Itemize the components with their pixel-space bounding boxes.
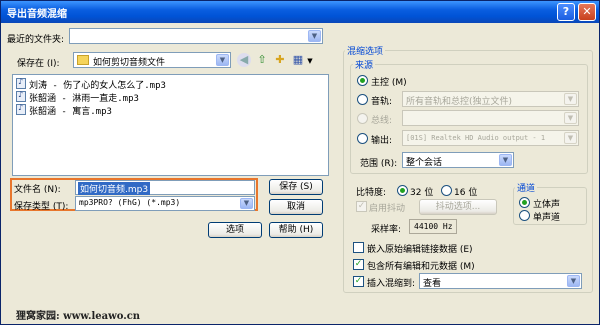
filetype-combo[interactable]: mp3PRO? (FhG) (*.mp3) ▼ [75,196,255,211]
track-label: 音轨: [371,97,393,107]
master-radio[interactable] [357,75,368,86]
save-button[interactable]: 保存 (S) [269,179,323,195]
track-combo[interactable]: 所有音轨和总控(独立文件) ▼ [402,91,579,107]
bus-radio[interactable] [357,113,368,124]
file-name: 张韶涵 - 淋雨一直走.mp3 [29,94,139,104]
chevron-down-icon[interactable]: ▼ [216,54,229,66]
insert-mix-combo[interactable]: 查看 ▼ [419,273,582,289]
audio-file-icon [16,77,26,89]
bitdepth-label: 比特度: [356,188,387,198]
view-menu-arrow-icon[interactable]: ▼ [303,54,317,68]
help-title-button[interactable]: ? [557,3,575,21]
back-icon[interactable]: ◀ [237,53,251,67]
insert-mix-label: 插入混缩到: [367,279,416,289]
bit16-radio[interactable] [441,185,452,196]
audio-file-icon [16,90,26,102]
channel-title: 通道 [515,181,538,194]
mono-radio[interactable] [519,210,530,221]
mono-label: 单声道 [533,213,561,223]
new-folder-icon[interactable]: ✚ [273,53,287,67]
save-in-combo[interactable]: 如何剪切音频文件 ▼ [73,52,231,68]
chevron-down-icon[interactable]: ▼ [499,154,512,166]
output-combo[interactable]: [01S] Realtek HD Audio output - 1 ▼ [402,130,579,146]
range-value: 整个会话 [406,158,443,168]
bus-label: 总线: [371,116,393,126]
file-name: 刘涛 - 伤了心的女人怎么了.mp3 [29,81,166,91]
window-title: 导出音频混缩 [7,9,67,20]
export-audio-mix-dialog: 导出音频混缩 ? ✕ 最近的文件夹: ▼ 保存在 (I): 如何剪切音频文件 ▼… [0,0,600,325]
stereo-radio[interactable] [519,197,530,208]
chevron-down-icon[interactable]: ▼ [564,93,577,105]
include-metadata-checkbox[interactable]: ✓ [353,259,364,270]
folder-icon [77,55,89,65]
recent-folder-label: 最近的文件夹: [7,35,65,45]
chevron-down-icon[interactable]: ▼ [567,275,580,287]
close-icon[interactable]: ✕ [578,3,596,21]
up-folder-icon[interactable]: ⇧ [255,53,269,67]
include-metadata-label: 包含所有编辑和元数据 (M) [367,262,475,272]
samplerate-label: 采样率: [371,225,402,235]
options-button[interactable]: 选项 [208,222,262,238]
range-label: 范围 (R): [360,159,398,169]
output-value: [01S] Realtek HD Audio output - 1 [406,134,546,142]
filename-value: 如何切音频.mp3 [78,182,151,195]
range-combo[interactable]: 整个会话 ▼ [402,152,514,168]
output-label: 输出: [371,136,393,146]
bus-combo[interactable]: ▼ [402,110,579,126]
source-title: 来源 [353,58,376,71]
embed-link-checkbox[interactable] [353,242,364,253]
save-in-label: 保存在 (I): [17,59,60,69]
save-in-value: 如何剪切音频文件 [93,58,166,68]
filename-label: 文件名 (N): [14,185,61,195]
stereo-label: 立体声 [533,200,561,210]
dither-checkbox[interactable]: ✓ [356,201,367,212]
insert-mix-value: 查看 [423,279,442,289]
filename-input[interactable]: 如何切音频.mp3 [75,180,255,195]
mix-options-title: 混缩选项 [345,44,386,57]
bit32-radio[interactable] [397,185,408,196]
file-list[interactable]: 刘涛 - 伤了心的女人怎么了.mp3 张韶涵 - 淋雨一直走.mp3 张韶涵 -… [12,74,329,176]
file-name: 张韶涵 - 寓言.mp3 [29,107,112,117]
chevron-down-icon[interactable]: ▼ [564,112,577,124]
dither-options-button[interactable]: 抖动选项... [419,199,497,215]
master-label: 主控 (M) [371,78,407,88]
samplerate-value: 44100 Hz [414,222,453,231]
insert-mix-checkbox[interactable]: ✓ [353,276,364,287]
embed-link-label: 嵌入原始编辑链接数据 (E) [367,245,473,255]
track-value: 所有音轨和总控(独立文件) [406,97,513,107]
title-bar: 导出音频混缩 ? ✕ [1,1,599,23]
bit32-label: 32 位 [410,188,434,198]
chevron-down-icon[interactable]: ▼ [564,132,577,144]
dither-label: 启用抖动 [369,204,406,214]
track-radio[interactable] [357,94,368,105]
chevron-down-icon[interactable]: ▼ [308,30,321,42]
help-button[interactable]: 帮助 (H) [269,222,323,238]
recent-folder-combo[interactable]: ▼ [69,28,323,44]
watermark-text: 狸窝家园: www.leawo.cn [16,311,141,322]
bit16-label: 16 位 [454,188,478,198]
samplerate-field: 44100 Hz [409,219,457,234]
cancel-button[interactable]: 取消 [269,199,323,215]
chevron-down-icon[interactable]: ▼ [240,198,253,209]
filetype-value: mp3PRO? (FhG) (*.mp3) [79,198,181,207]
filetype-label: 保存类型 (T): [14,202,69,212]
output-radio[interactable] [357,133,368,144]
audio-file-icon [16,103,26,115]
